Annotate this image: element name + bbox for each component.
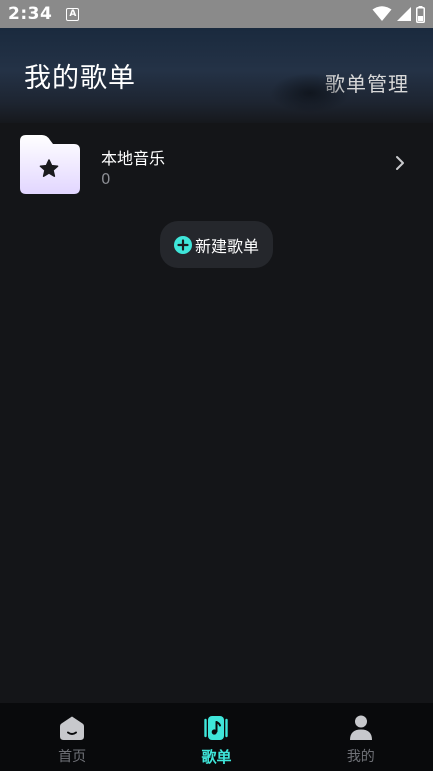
bottom-nav: 首页 歌单 我的 xyxy=(0,703,433,771)
chevron-right-icon xyxy=(396,156,404,170)
playlist-name: 本地音乐 xyxy=(101,149,166,168)
music-playlist-icon xyxy=(204,716,229,740)
nav-label-playlists: 歌单 xyxy=(201,748,232,766)
signal-icon xyxy=(397,7,411,21)
nav-item-playlists[interactable]: 歌单 xyxy=(144,703,288,771)
page-title: 我的歌单 xyxy=(24,63,136,94)
playlist-count: 0 xyxy=(101,170,111,188)
plus-circle-icon xyxy=(173,235,192,254)
new-playlist-label: 新建歌单 xyxy=(194,236,259,256)
person-icon xyxy=(349,715,372,740)
playlist-item-local-music[interactable]: 本地音乐 0 xyxy=(0,128,433,200)
status-time: 2:34 xyxy=(8,4,53,24)
wifi-icon xyxy=(372,6,392,21)
new-playlist-button[interactable]: 新建歌单 xyxy=(160,221,273,268)
battery-icon xyxy=(416,5,425,23)
manage-playlists-button[interactable]: 歌单管理 xyxy=(325,68,409,97)
header: 我的歌单 歌单管理 xyxy=(0,28,433,123)
nav-label-mine: 我的 xyxy=(346,749,375,765)
notification-icon: A xyxy=(66,7,80,21)
nav-item-mine[interactable]: 我的 xyxy=(289,703,433,771)
app-screen: 2:34 A 我的歌单 歌单管理 本地音乐 0 新建歌单 首页 歌单 我的 xyxy=(0,0,433,771)
status-icons xyxy=(372,5,425,23)
status-bar: 2:34 A xyxy=(0,0,433,28)
nav-label-home: 首页 xyxy=(58,749,87,765)
home-icon xyxy=(60,716,85,740)
nav-item-home[interactable]: 首页 xyxy=(0,703,144,771)
star-folder-icon xyxy=(20,135,80,194)
